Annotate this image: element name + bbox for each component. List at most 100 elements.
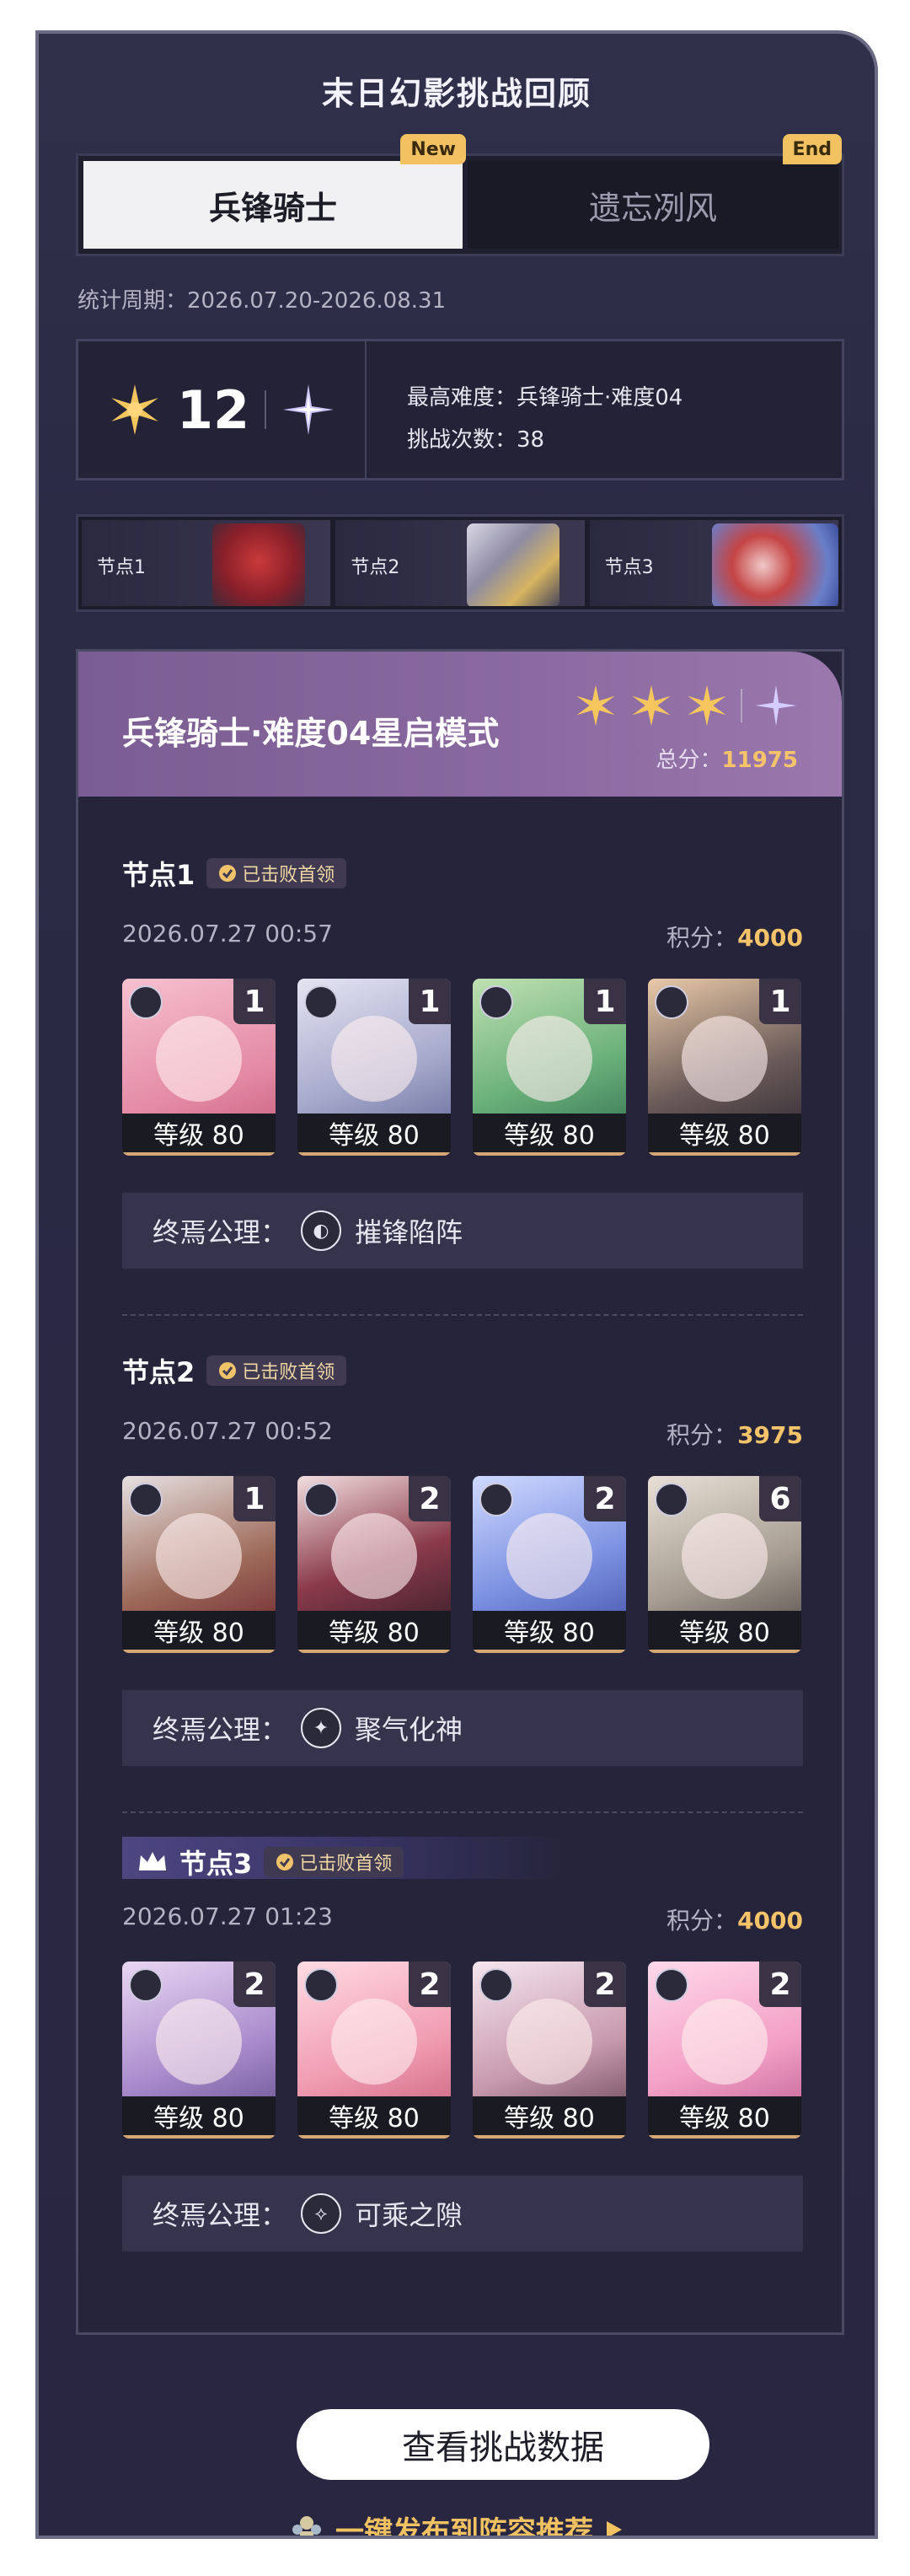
- node-title: 节点1 已击败首领: [122, 854, 347, 893]
- defeated-badge: 已击败首领: [206, 858, 347, 888]
- end-badge: End: [782, 134, 842, 164]
- divider: [122, 1314, 803, 1316]
- tab-label: 遗忘冽风: [588, 189, 717, 227]
- view-challenge-data-button[interactable]: 查看挑战数据: [297, 2409, 709, 2480]
- character-portrait: [682, 1016, 768, 1102]
- element-icon: [655, 1483, 688, 1516]
- character-card[interactable]: 1 等级 80: [473, 979, 626, 1156]
- character-level: 等级 80: [648, 2096, 801, 2139]
- node-card-2[interactable]: 节点2: [335, 520, 585, 606]
- node-card-label: 节点3: [604, 557, 654, 578]
- check-circle-icon: [276, 1854, 294, 1870]
- element-icon: [304, 1968, 338, 2002]
- eidolon-count: 1: [584, 979, 626, 1024]
- character-lineup: 1 等级 80 2 等级 80 2 等级 80 6 等级 80: [122, 1476, 801, 1653]
- node-score: 积分：4000: [666, 920, 803, 953]
- element-icon: [655, 985, 688, 1019]
- character-level: 等级 80: [648, 1114, 801, 1156]
- element-icon: [129, 1483, 163, 1516]
- character-card[interactable]: 2 等级 80: [297, 1476, 451, 1653]
- eidolon-count: 1: [409, 979, 451, 1024]
- stat-period: 统计周期：2026.07.20-2026.08.31: [78, 288, 447, 314]
- node-title: 节点2 已击败首领: [122, 1351, 347, 1390]
- page-title: 末日幻影挑战回顾: [321, 75, 592, 112]
- character-level: 等级 80: [297, 1114, 451, 1156]
- score-value: 3975: [737, 1421, 803, 1449]
- character-level: 等级 80: [297, 2096, 451, 2139]
- element-icon: [479, 1483, 513, 1516]
- character-level: 等级 80: [122, 2096, 276, 2139]
- check-circle-icon: [219, 1362, 237, 1379]
- tab-bingfeng-knight[interactable]: 兵锋骑士 New: [83, 134, 466, 249]
- section-title: 兵锋骑士·难度04星启模式: [122, 715, 500, 752]
- mode-tabs: 兵锋骑士 New 遗忘冽风 End: [76, 134, 844, 256]
- node-meta: 2026.07.27 00:57 积分：4000: [122, 920, 803, 952]
- attempt-count: 挑战次数：38: [407, 427, 545, 453]
- character-portrait: [331, 1999, 417, 2085]
- element-icon: [655, 1968, 688, 2002]
- eidolon-count: 2: [759, 1962, 801, 2007]
- gold-starburst-icon: [632, 684, 671, 727]
- boss-portrait: [466, 523, 559, 606]
- axiom-icon: ⟡: [301, 2193, 342, 2234]
- difficulty-section: 兵锋骑士·难度04星启模式 总分：11975 节点1 已击败首领 2026.07…: [76, 649, 844, 2335]
- node-meta: 2026.07.27 01:23 积分：4000: [122, 1902, 803, 1935]
- crown-icon: [139, 1852, 166, 1870]
- character-level: 等级 80: [122, 1611, 276, 1653]
- divider: [122, 1811, 803, 1813]
- publish-lineup-link[interactable]: 一键发布到阵容推荐: [39, 2509, 875, 2536]
- character-card[interactable]: 1 等级 80: [297, 979, 451, 1156]
- eidolon-count: 1: [233, 1476, 276, 1521]
- axiom-value: 摧锋陷阵: [355, 1216, 463, 1248]
- character-card[interactable]: 1 等级 80: [648, 979, 801, 1156]
- character-card[interactable]: 2 等级 80: [473, 1476, 626, 1653]
- divider: [265, 390, 267, 429]
- node-block-3: 节点3 已击败首领 2026.07.27 01:23 积分：4000 2 等级 …: [122, 1837, 803, 2275]
- character-level: 等级 80: [473, 1114, 626, 1156]
- defeated-badge: 已击败首领: [206, 1355, 347, 1386]
- character-card[interactable]: 1 等级 80: [122, 979, 276, 1156]
- end-axiom: 终焉公理： ✦ 聚气化神: [122, 1690, 803, 1766]
- eidolon-count: 6: [759, 1476, 801, 1521]
- check-circle-icon: [219, 865, 237, 882]
- end-axiom: 终焉公理： ◐ 摧锋陷阵: [122, 1193, 803, 1269]
- boss-portrait: [212, 523, 306, 606]
- tab-label: 兵锋骑士: [208, 189, 337, 227]
- end-axiom: 终焉公理： ⟡ 可乘之隙: [122, 2176, 803, 2251]
- total-score: 总分：11975: [656, 743, 798, 774]
- character-card[interactable]: 2 等级 80: [122, 1962, 276, 2139]
- character-card[interactable]: 2 等级 80: [648, 1962, 801, 2139]
- node-title-text: 节点3: [179, 1848, 253, 1880]
- violet-sparkle-icon: [283, 384, 335, 435]
- node-card-1[interactable]: 节点1: [82, 520, 331, 606]
- eidolon-count: 2: [233, 1962, 276, 2007]
- axiom-label: 终焉公理：: [153, 1216, 288, 1248]
- gold-starburst-icon: [688, 684, 726, 727]
- character-level: 等级 80: [297, 1611, 451, 1653]
- character-card[interactable]: 1 等级 80: [122, 1476, 276, 1653]
- star-rating: [574, 684, 798, 727]
- clear-time: 2026.07.27 01:23: [122, 1902, 333, 1930]
- node-card-label: 节点2: [351, 557, 400, 578]
- defeated-badge-text: 已击败首领: [299, 1854, 393, 1875]
- axiom-value: 可乘之隙: [355, 2199, 463, 2231]
- character-portrait: [156, 1999, 242, 2085]
- total-score-label: 总分：: [656, 748, 722, 773]
- node-score: 积分：3975: [666, 1417, 803, 1451]
- clear-time: 2026.07.27 00:52: [122, 1417, 333, 1445]
- max-difficulty: 最高难度：兵锋骑士·难度04: [407, 385, 683, 411]
- character-card[interactable]: 2 等级 80: [473, 1962, 626, 2139]
- divider: [741, 689, 742, 722]
- boss-portrait: [711, 523, 838, 606]
- character-card[interactable]: 2 等级 80: [297, 1962, 451, 2139]
- tab-forgotten-wind[interactable]: 遗忘冽风 End: [468, 134, 842, 249]
- eidolon-count: 1: [233, 979, 276, 1024]
- clear-time: 2026.07.27 00:57: [122, 920, 333, 947]
- node-card-3[interactable]: 节点3: [589, 520, 838, 606]
- score-value: 4000: [737, 1907, 803, 1935]
- star-count: 12: [176, 378, 250, 441]
- node-title: 节点3 已击败首领: [137, 1843, 404, 1881]
- element-icon: [479, 985, 513, 1019]
- character-card[interactable]: 6 等级 80: [648, 1476, 801, 1653]
- character-portrait: [506, 1016, 592, 1102]
